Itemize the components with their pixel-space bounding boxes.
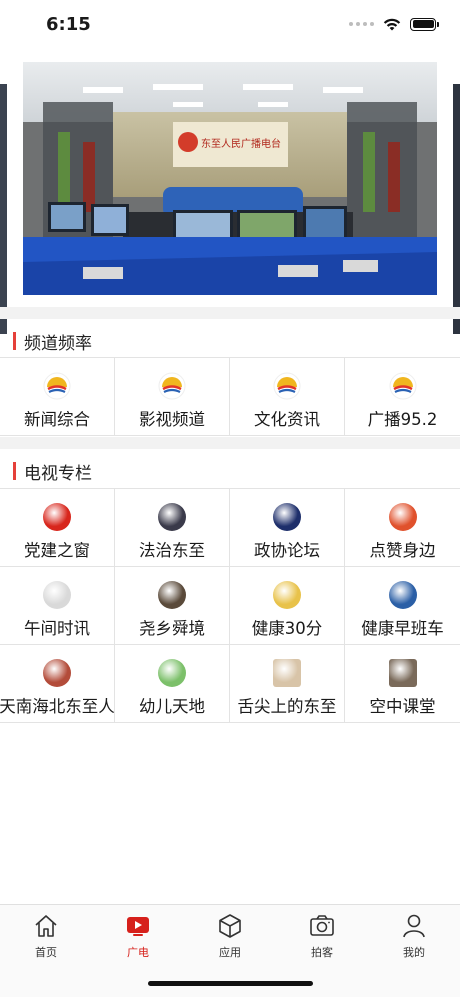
banner-slide[interactable]: 东至人民广播电台 [23,62,437,295]
tab-home[interactable]: 首页 [0,905,92,997]
section-accent-bar [13,332,16,350]
home-icon [35,915,57,937]
channel-label: 影视频道 [139,410,205,429]
signal-icon [349,22,374,26]
tv-column-item[interactable]: 天南海北东至人 [0,645,115,723]
section-header-tv-columns: 电视专栏 [0,449,460,493]
banner-next-slide[interactable] [453,84,460,334]
tv-column-item[interactable]: 健康30分 [230,567,345,645]
tab-label: 拍客 [311,946,333,959]
noon-news-icon [43,581,71,609]
user-icon [403,914,425,938]
status-icons [349,16,439,32]
tv-column-item[interactable]: 点赞身边 [345,489,460,567]
section-divider [0,437,460,449]
channel-label: 广播95.2 [367,410,438,429]
tv-column-item[interactable]: 健康早班车 [345,567,460,645]
tv-column-grid: 党建之窗 法治东至 政协论坛 点赞身边午间时讯 尧乡舜境 健康30分 健康早班车天南海北东至… [0,488,460,723]
status-time: 6:15 [46,14,91,35]
health-30-icon [273,581,301,609]
studio-photo: 东至人民广播电台 [23,62,437,295]
kids-world-icon [158,659,186,687]
section-title: 电视专栏 [24,463,92,484]
tv-column-label: 尧乡舜境 [139,619,205,638]
channel-item-film[interactable]: 影视频道 [115,358,230,436]
tv-column-label: 法治东至 [139,541,205,560]
tv-column-label: 午间时讯 [24,619,90,638]
tab-label: 我的 [403,946,425,959]
sunset-logo-icon [389,372,416,400]
tab-label: 首页 [35,946,57,959]
wifi-icon [383,18,401,31]
thumbs-up-icon [388,503,417,531]
sunset-logo-icon [158,372,186,400]
tab-me[interactable]: 我的 [368,905,460,997]
tv-column-item[interactable]: 舌尖上的东至 [230,645,345,723]
channel-grid: 新闻综合 影视频道 文化资讯 广播95.2 [0,357,460,436]
tv-column-label: 天南海北东至人 [0,697,115,716]
tv-play-icon [127,917,149,936]
camera-icon [310,915,334,936]
online-class-icon [388,659,417,687]
section-accent-bar [13,462,16,480]
battery-icon [410,17,439,31]
tv-column-label: 党建之窗 [24,541,90,560]
tab-label: 应用 [219,946,241,959]
section-divider [0,307,460,319]
tv-column-item[interactable]: 法治东至 [115,489,230,567]
party-building-icon [43,503,71,531]
home-indicator[interactable] [148,981,313,986]
section-title: 频道频率 [24,333,92,354]
cppcc-forum-icon [273,503,301,531]
channel-item-news[interactable]: 新闻综合 [0,358,115,436]
tv-column-label: 健康早班车 [361,619,444,638]
tv-column-item[interactable]: 幼儿天地 [115,645,230,723]
banner-prev-slide[interactable] [0,84,7,334]
tv-column-label: 幼儿天地 [139,697,205,716]
studio-sign-text: 东至人民广播电台 [201,137,281,150]
tv-column-label: 点赞身边 [369,541,436,560]
banner-carousel[interactable]: 东至人民广播电台 [0,62,460,334]
yaoxiang-icon [158,581,186,609]
sunset-logo-icon [43,372,71,400]
tv-column-item[interactable]: 党建之窗 [0,489,115,567]
channel-label: 文化资讯 [254,410,320,429]
food-icon [273,659,301,687]
status-bar: 6:15 [0,0,460,50]
cube-icon [219,914,241,938]
channel-label: 新闻综合 [24,410,90,429]
tv-column-label: 空中课堂 [369,697,436,716]
tab-label: 广电 [127,946,149,959]
channel-item-culture[interactable]: 文化资讯 [230,358,345,436]
tv-column-item[interactable]: 政协论坛 [230,489,345,567]
tv-column-label: 健康30分 [251,619,323,638]
tv-column-item[interactable]: 空中课堂 [345,645,460,723]
channel-item-radio[interactable]: 广播95.2 [345,358,460,436]
tv-column-item[interactable]: 尧乡舜境 [115,567,230,645]
tv-column-label: 政协论坛 [254,541,320,560]
rule-of-law-icon [158,503,186,531]
dongzhi-people-icon [43,659,71,687]
tv-column-label: 舌尖上的东至 [237,697,337,716]
tv-column-item[interactable]: 午间时讯 [0,567,115,645]
health-bus-icon [388,581,417,609]
sunset-logo-icon [273,372,301,400]
